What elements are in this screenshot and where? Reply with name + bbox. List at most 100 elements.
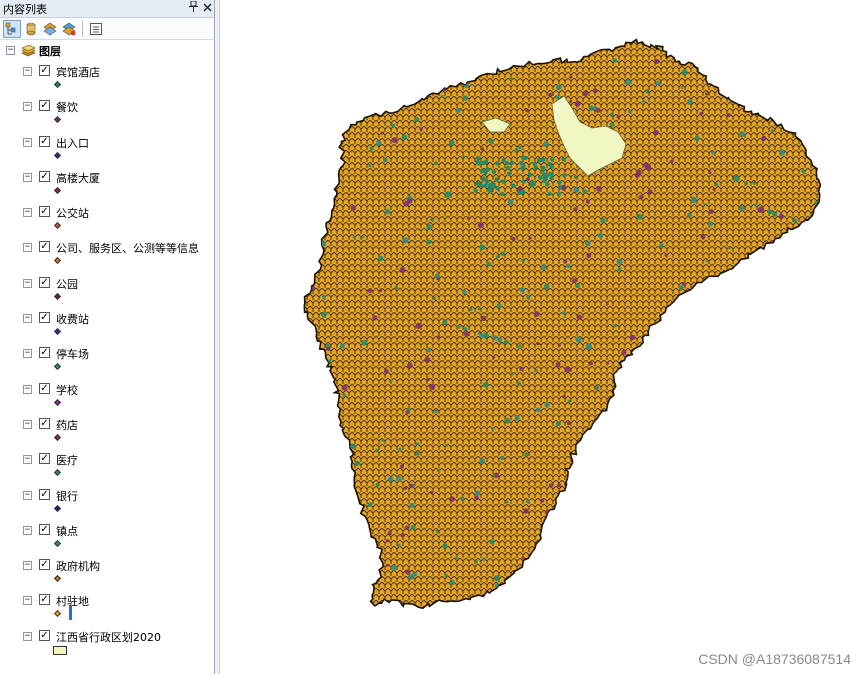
- poi-point: [317, 145, 322, 151]
- poi-point: [536, 158, 542, 163]
- poi-point: [664, 490, 671, 497]
- poi-point: [329, 426, 336, 434]
- collapse-toggle[interactable]: −: [23, 631, 32, 641]
- poi-point: [543, 283, 550, 290]
- collapse-toggle[interactable]: −: [23, 278, 32, 288]
- layer-visibility-checkbox[interactable]: ✓: [39, 417, 50, 429]
- layer-item[interactable]: − ✓ 药店: [0, 412, 214, 447]
- layer-item[interactable]: − ✓ 出入口: [0, 130, 214, 165]
- layer-item[interactable]: − ✓ 镇点: [0, 518, 214, 553]
- poi-point: [722, 348, 729, 355]
- layer-visibility-checkbox[interactable]: ✓: [39, 523, 50, 535]
- collapse-toggle[interactable]: −: [23, 384, 32, 394]
- layer-visibility-checkbox[interactable]: ✓: [39, 453, 50, 465]
- collapse-toggle[interactable]: −: [23, 349, 32, 359]
- poi-point: [638, 194, 644, 200]
- layer-item[interactable]: − ✓ 银行: [0, 483, 214, 518]
- layer-visibility-checkbox[interactable]: ✓: [39, 347, 50, 359]
- layer-item[interactable]: − ✓ 餐饮: [0, 94, 214, 129]
- layer-visibility-checkbox[interactable]: ✓: [39, 559, 50, 571]
- map-view[interactable]: CSDN @A18736087514: [220, 0, 865, 674]
- poi-point: [385, 539, 389, 543]
- poi-point: [482, 381, 489, 388]
- layer-item[interactable]: − ✓ 宾馆酒店: [0, 59, 214, 94]
- collapse-toggle[interactable]: −: [23, 419, 32, 429]
- poi-point: [391, 43, 397, 50]
- layer-visibility-checkbox[interactable]: ✓: [39, 488, 50, 500]
- layer-visibility-checkbox[interactable]: ✓: [39, 276, 50, 288]
- layer-visibility-checkbox[interactable]: ✓: [39, 594, 50, 606]
- options-icon[interactable]: [87, 20, 105, 38]
- layer-item[interactable]: − ✓ 政府机构: [0, 553, 214, 588]
- layer-item[interactable]: − ✓ 公园: [0, 271, 214, 306]
- poi-point: [807, 520, 811, 525]
- poi-point: [477, 222, 484, 229]
- poi-point: [800, 552, 805, 557]
- collapse-toggle[interactable]: −: [23, 596, 32, 606]
- layer-visibility-checkbox[interactable]: ✓: [39, 65, 50, 76]
- collapse-toggle[interactable]: −: [23, 102, 32, 112]
- layer-item[interactable]: − ✓ 学校: [0, 377, 214, 412]
- poi-point: [817, 333, 821, 338]
- poi-point: [440, 95, 444, 98]
- layer-visibility-checkbox[interactable]: ✓: [39, 170, 50, 182]
- layer-visibility-checkbox[interactable]: ✓: [39, 135, 50, 147]
- layer-item[interactable]: − ✓ 停车场: [0, 341, 214, 376]
- list-by-visibility-icon[interactable]: [41, 20, 59, 38]
- poi-point: [474, 560, 478, 564]
- collapse-toggle[interactable]: −: [23, 490, 32, 500]
- poi-point: [572, 485, 576, 489]
- poi-point: [310, 469, 317, 476]
- layer-visibility-checkbox[interactable]: ✓: [39, 629, 50, 641]
- collapse-toggle[interactable]: −: [23, 67, 32, 76]
- poi-point: [712, 342, 716, 346]
- poi-point: [523, 508, 529, 514]
- layer-item[interactable]: − ✓ 江西省行政区划2020: [0, 624, 214, 659]
- poi-point: [400, 533, 405, 538]
- pin-icon[interactable]: [186, 0, 200, 17]
- layer-item[interactable]: − ✓ 公交站: [0, 200, 214, 235]
- poi-point: [532, 161, 537, 166]
- list-by-source-icon[interactable]: [22, 20, 40, 38]
- poi-point: [788, 409, 795, 416]
- layers-root[interactable]: − 图层: [0, 41, 214, 59]
- collapse-toggle[interactable]: −: [23, 172, 32, 182]
- collapse-toggle[interactable]: −: [23, 561, 32, 571]
- poi-point: [442, 319, 448, 325]
- collapse-toggle[interactable]: −: [23, 314, 32, 324]
- poi-point: [342, 71, 347, 76]
- collapse-toggle[interactable]: −: [23, 208, 32, 218]
- layer-item[interactable]: − ✓ 公司、服务区、公测等等信息: [0, 235, 214, 270]
- poi-point: [661, 501, 667, 506]
- list-by-drawing-order-icon[interactable]: [3, 19, 21, 38]
- layer-item[interactable]: − ✓ 村驻地: [0, 588, 214, 623]
- poi-point: [436, 335, 441, 340]
- close-icon[interactable]: [200, 1, 214, 17]
- layer-visibility-checkbox[interactable]: ✓: [39, 100, 50, 112]
- layer-visibility-checkbox[interactable]: ✓: [39, 206, 50, 218]
- poi-point: [407, 362, 413, 369]
- collapse-toggle[interactable]: −: [23, 455, 32, 465]
- layer-visibility-checkbox[interactable]: ✓: [39, 382, 50, 394]
- poi-point: [681, 69, 688, 76]
- layer-visibility-checkbox[interactable]: ✓: [39, 312, 50, 324]
- collapse-toggle[interactable]: −: [6, 46, 15, 55]
- collapse-toggle[interactable]: −: [23, 525, 32, 535]
- poi-point: [434, 161, 438, 166]
- poi-point: [719, 66, 724, 71]
- poi-point: [408, 483, 414, 489]
- layer-item[interactable]: − ✓ 医疗: [0, 447, 214, 482]
- poi-point: [494, 583, 499, 588]
- poi-point: [570, 583, 574, 588]
- collapse-toggle[interactable]: −: [23, 137, 32, 147]
- poi-point: [523, 155, 528, 161]
- poi-point: [592, 589, 597, 595]
- list-by-selection-icon[interactable]: [60, 20, 78, 38]
- collapse-toggle[interactable]: −: [23, 243, 32, 253]
- poi-point: [486, 261, 492, 267]
- layer-item[interactable]: − ✓ 高楼大厦: [0, 165, 214, 200]
- layer-item[interactable]: − ✓ 收费站: [0, 306, 214, 341]
- layer-visibility-checkbox[interactable]: ✓: [39, 241, 50, 253]
- poi-point: [711, 150, 716, 155]
- poi-point: [340, 114, 346, 121]
